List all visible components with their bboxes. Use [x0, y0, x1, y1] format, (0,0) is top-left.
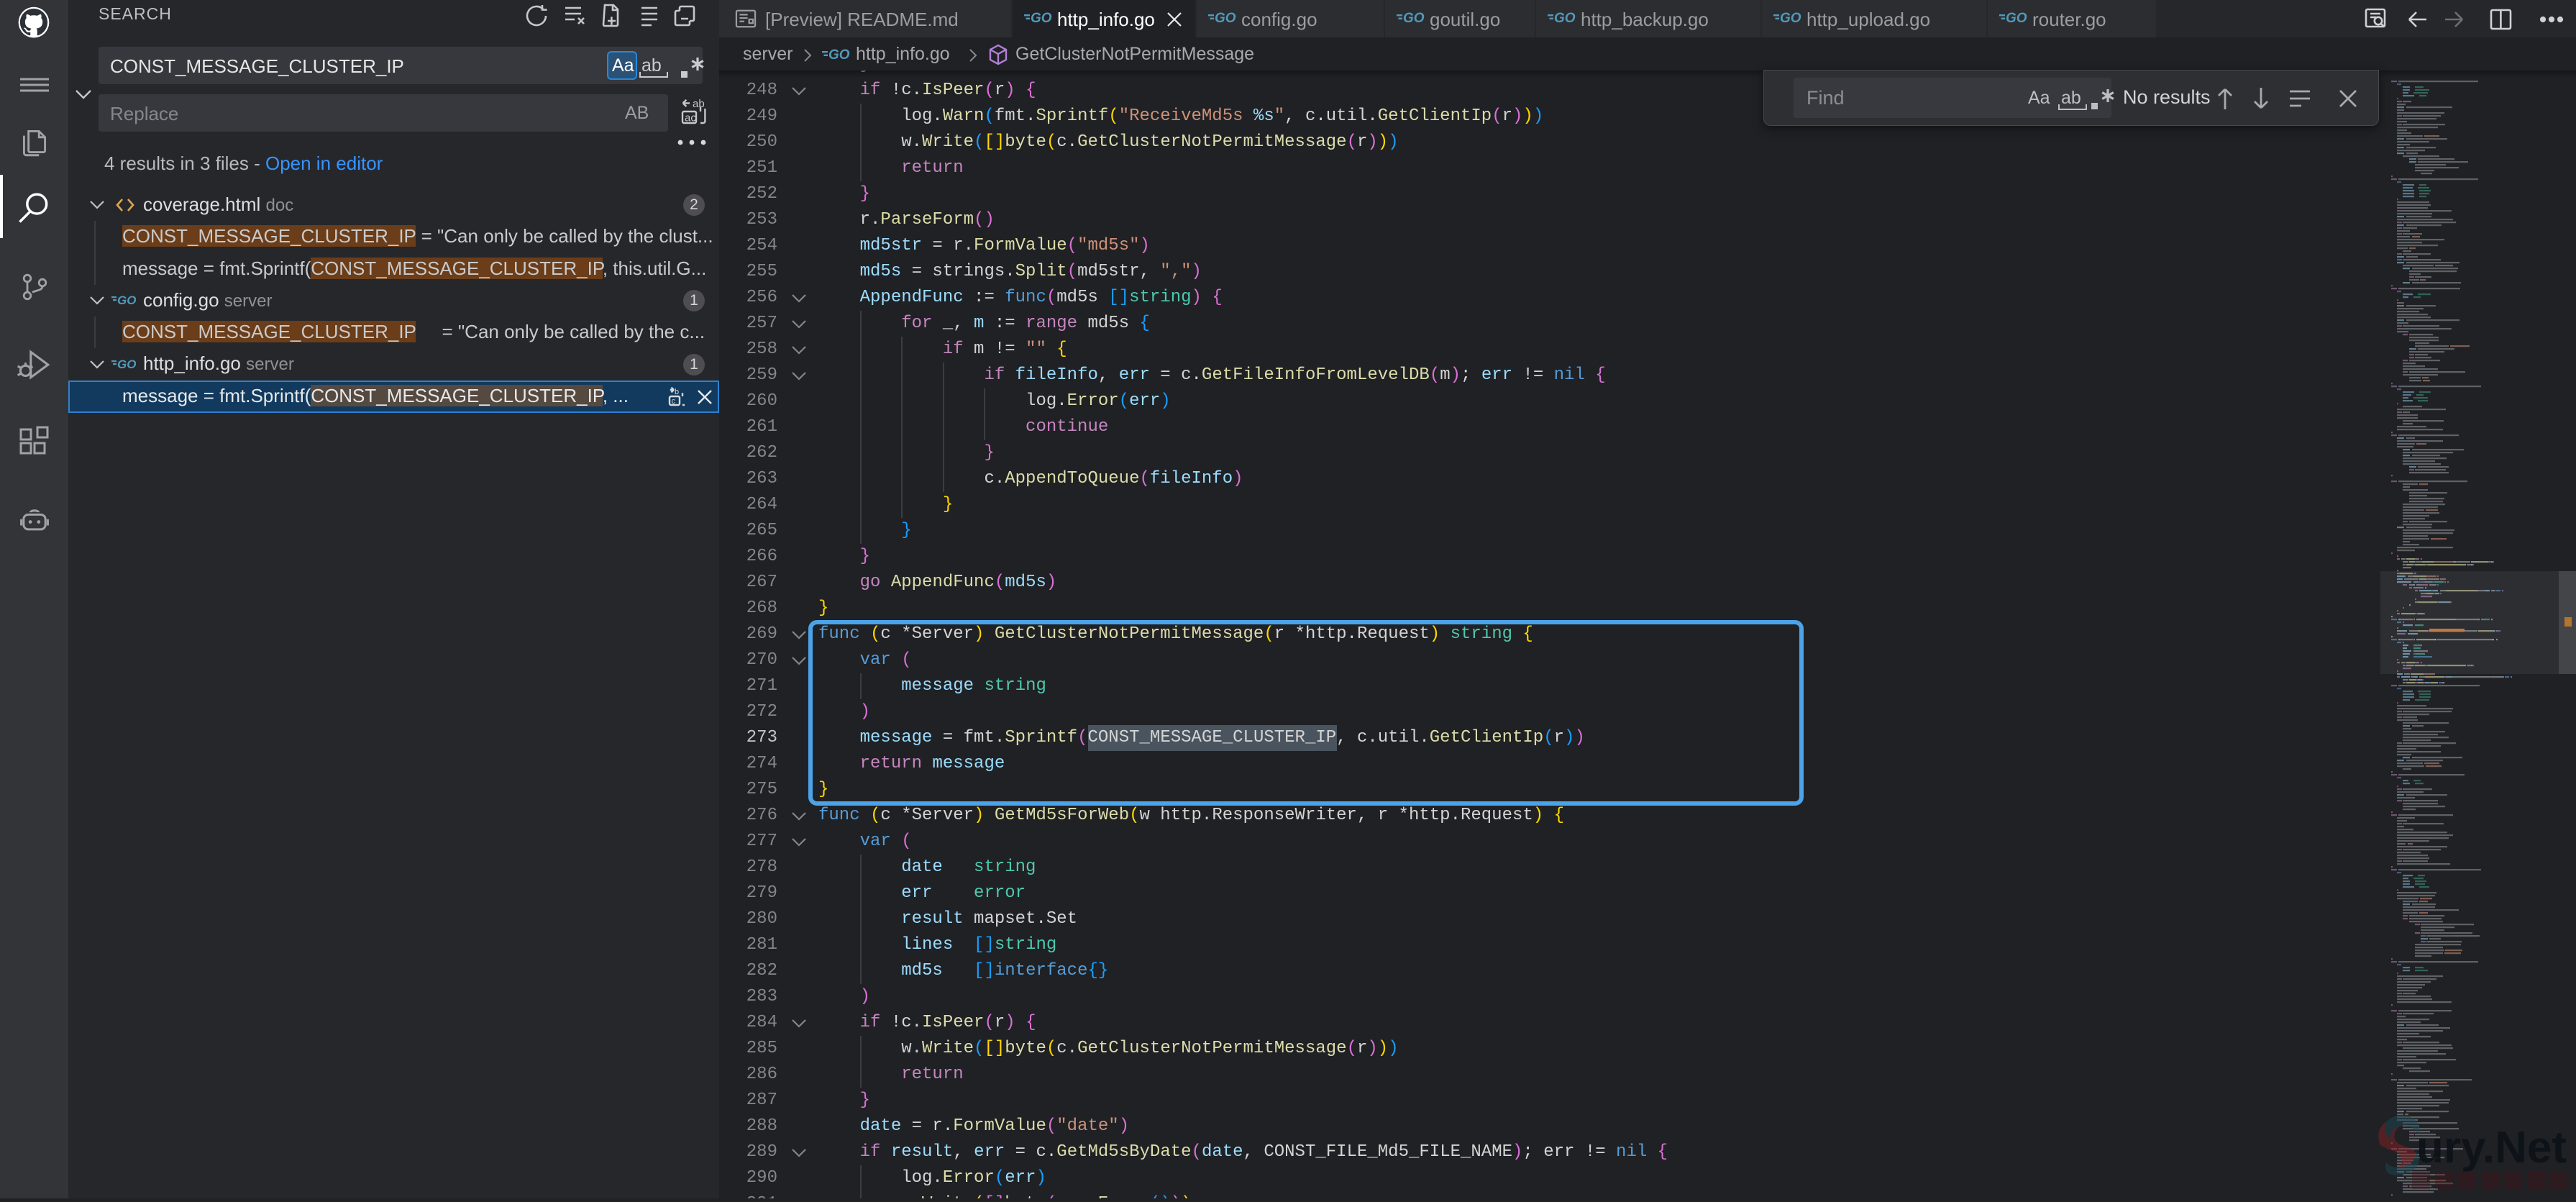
svg-text:c: c	[672, 397, 676, 406]
svg-text:ury.Net: ury.Net	[2416, 1123, 2567, 1173]
svg-text:GO: GO	[1031, 11, 1052, 26]
svg-text:GO: GO	[1554, 11, 1576, 26]
svg-text:GO: GO	[117, 358, 136, 371]
svg-text:GO: GO	[828, 47, 850, 63]
svg-text:b: b	[675, 388, 679, 396]
svg-text:GO: GO	[1215, 11, 1236, 26]
svg-text:GO: GO	[2006, 11, 2027, 26]
svg-text:GO: GO	[117, 293, 136, 307]
svg-text:GO: GO	[1403, 11, 1425, 26]
svg-text:GO: GO	[1780, 11, 1801, 26]
